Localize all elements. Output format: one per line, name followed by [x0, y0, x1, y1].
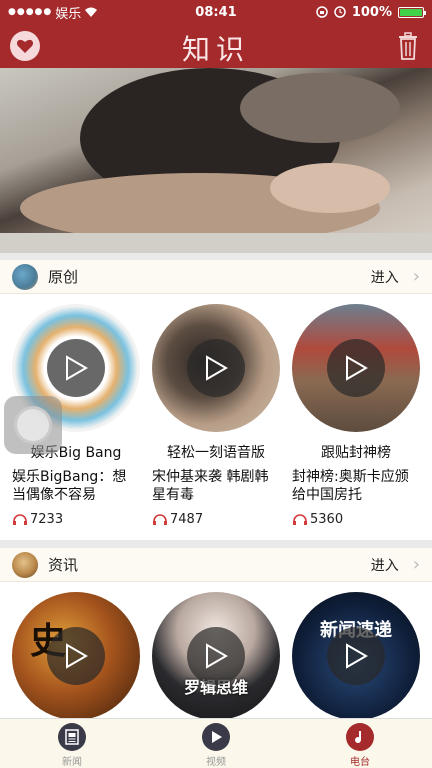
- battery-percent: 100%: [351, 4, 392, 20]
- section-news: 资讯 进入 › 史 罗辑思维 新闻速递: [0, 548, 432, 718]
- assistive-touch-button[interactable]: [4, 396, 62, 454]
- program-desc: 封神榜:奥斯卡应颁给中国房托: [292, 469, 409, 503]
- hero-banner[interactable]: [0, 68, 432, 253]
- play-icon: [346, 355, 368, 381]
- nav-bar: 知识: [0, 24, 432, 68]
- program-name: 跟贴封神榜: [321, 445, 391, 461]
- status-right: 100%: [284, 4, 426, 20]
- battery-fill: [400, 8, 422, 16]
- headphones-icon: [293, 513, 307, 525]
- assistive-touch-icon: [14, 406, 52, 444]
- radio-icon: [346, 723, 374, 751]
- signal-icon: ●●●●●: [8, 7, 53, 17]
- trash-button[interactable]: [396, 31, 420, 61]
- status-time: 08:41: [195, 4, 237, 20]
- program-cover: 史: [12, 592, 140, 718]
- program-card[interactable]: 跟贴封神榜 封神榜:奥斯卡应颁给中国房托 5360: [286, 304, 426, 527]
- section-header[interactable]: 资讯 进入 ›: [0, 548, 432, 582]
- play-button[interactable]: [187, 339, 245, 397]
- listen-count: 5360: [292, 512, 420, 527]
- play-button[interactable]: [187, 627, 245, 685]
- tab-radio[interactable]: 电台: [288, 719, 432, 768]
- play-button[interactable]: [47, 627, 105, 685]
- program-card[interactable]: 新闻速递: [286, 592, 426, 718]
- chevron-right-icon: ›: [412, 266, 420, 287]
- listen-count: 7233: [12, 512, 140, 527]
- program-cover: 新闻速递: [292, 592, 420, 718]
- section-title: 原创: [48, 268, 79, 286]
- listen-count-value: 7233: [30, 512, 64, 527]
- tab-label: 新闻: [62, 757, 82, 768]
- orientation-lock-icon: [316, 6, 328, 18]
- tab-bar: 新闻 视频 电台: [0, 718, 432, 768]
- listen-count-value: 7487: [170, 512, 204, 527]
- program-cover: 罗辑思维: [152, 592, 280, 718]
- program-desc: 宋仲基来袭 韩剧韩星有毒: [152, 469, 269, 503]
- program-name: 轻松一刻语音版: [167, 445, 265, 461]
- section-avatar: [12, 551, 38, 578]
- listen-count-value: 5360: [310, 512, 344, 527]
- trash-icon: [399, 32, 417, 60]
- play-button[interactable]: [327, 339, 385, 397]
- listen-count: 7487: [152, 512, 280, 527]
- headphones-icon: [13, 513, 27, 525]
- app-title: 知识: [181, 33, 250, 66]
- play-button[interactable]: [327, 627, 385, 685]
- alarm-icon: [334, 6, 346, 18]
- play-button[interactable]: [47, 339, 105, 397]
- section-title: 资讯: [48, 556, 79, 574]
- program-cover: [152, 304, 280, 432]
- play-icon: [346, 643, 368, 669]
- card-row: 娱乐Big Bang 娱乐BigBang：想当偶像不容易 7233 轻松一刻语音…: [0, 294, 432, 527]
- program-card[interactable]: 轻松一刻语音版 宋仲基来袭 韩剧韩星有毒 7487: [146, 304, 286, 527]
- headphones-icon: [153, 513, 167, 525]
- tab-label: 电台: [350, 757, 370, 768]
- chevron-right-icon: ›: [412, 554, 420, 575]
- enter-link[interactable]: 进入: [371, 555, 399, 575]
- play-icon: [66, 355, 88, 381]
- program-cover: [292, 304, 420, 432]
- hero-image: [0, 68, 432, 253]
- play-icon: [206, 355, 228, 381]
- section-header[interactable]: 原创 进入 ›: [0, 260, 432, 294]
- program-card[interactable]: 罗辑思维: [146, 592, 286, 718]
- tab-video[interactable]: 视频: [144, 719, 288, 768]
- news-icon: [58, 723, 86, 751]
- video-icon: [202, 723, 230, 751]
- program-desc: 娱乐BigBang：想当偶像不容易: [12, 469, 127, 503]
- enter-link[interactable]: 进入: [371, 267, 399, 287]
- carrier-label: 娱乐: [55, 6, 82, 22]
- play-icon: [66, 643, 88, 669]
- tab-news[interactable]: 新闻: [0, 719, 144, 768]
- status-bar: ●●●●● 娱乐 08:41 100%: [0, 0, 432, 24]
- program-card[interactable]: 史: [6, 592, 146, 718]
- section-original: 原创 进入 › 娱乐Big Bang 娱乐BigBang：想当偶像不容易 723…: [0, 260, 432, 540]
- status-left: ●●●●● 娱乐: [8, 3, 148, 22]
- battery-icon: [398, 6, 426, 18]
- card-row: 史 罗辑思维 新闻速递: [0, 582, 432, 718]
- play-icon: [206, 643, 228, 669]
- tab-label: 视频: [206, 757, 226, 768]
- section-avatar: [12, 263, 38, 290]
- wifi-icon: [85, 7, 98, 17]
